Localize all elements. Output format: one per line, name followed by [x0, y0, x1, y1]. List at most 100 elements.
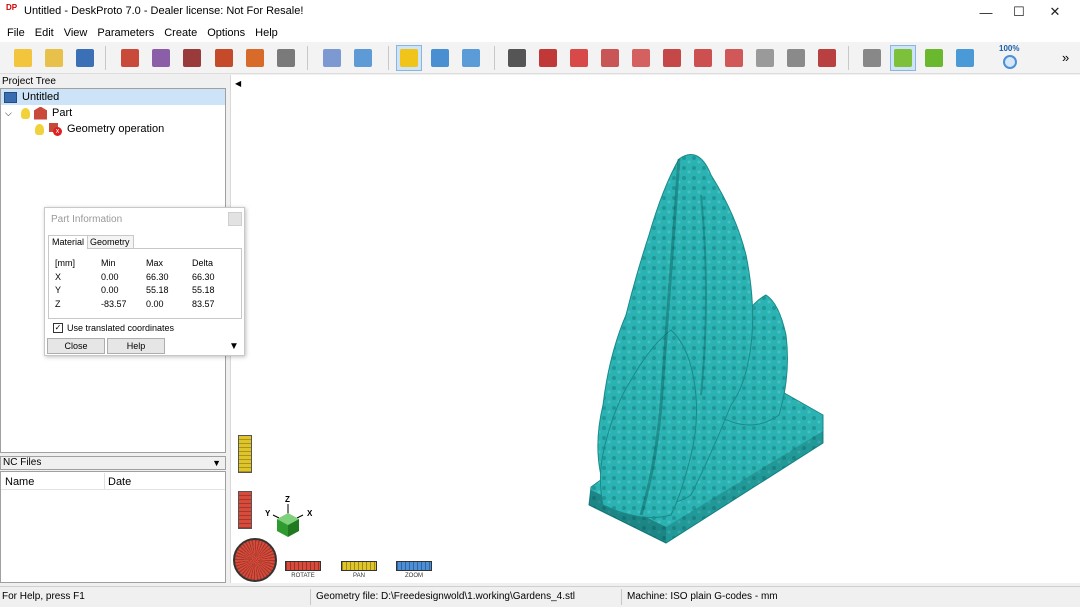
rotate-bar-icon [285, 561, 321, 571]
pan-view-button[interactable] [921, 45, 947, 71]
expand-arrow-icon[interactable]: ▼ [229, 341, 239, 352]
toolbar-overflow-button[interactable]: » [1062, 50, 1069, 65]
magnifier-icon [1003, 55, 1017, 69]
part-information-dialog: Part Information Material Geometry [mm] … [44, 207, 245, 356]
simulation-button[interactable] [350, 45, 376, 71]
view-front-button[interactable] [566, 45, 592, 71]
x-min-value: 0.00 [101, 272, 119, 282]
window-layout-icon [431, 49, 449, 67]
z-min-value: -83.57 [101, 299, 127, 309]
view-iso-button[interactable] [535, 45, 561, 71]
save-button[interactable] [72, 45, 98, 71]
rotate-slider-vertical[interactable] [238, 491, 252, 529]
column-header: [mm] [55, 258, 75, 268]
render-button[interactable] [814, 45, 840, 71]
lightbulb-icon [35, 123, 44, 135]
view-gray2-button[interactable] [783, 45, 809, 71]
maximize-button[interactable]: ☐ [1001, 0, 1037, 24]
title-bar: DP Untitled - DeskProto 7.0 - Dealer lic… [0, 0, 1080, 24]
column-header-name[interactable]: Name [5, 476, 34, 488]
tree-item-part-label: Part [52, 107, 73, 119]
rotate-control[interactable]: ROTATE [283, 560, 323, 582]
rotate-dial[interactable] [233, 538, 277, 582]
view-back-button[interactable] [597, 45, 623, 71]
zoom-slider-vertical[interactable] [238, 435, 252, 473]
drawing-icon [246, 49, 264, 67]
3d-viewport[interactable]: ◀ Z Y X ROTATE PAN ZOOM [230, 75, 1080, 583]
render-gray-button[interactable] [859, 45, 885, 71]
dialog-close-icon[interactable] [228, 212, 242, 226]
view-left-icon [632, 49, 650, 67]
new-project-button[interactable] [10, 45, 36, 71]
chevron-down-icon: ⌵ [5, 107, 12, 118]
import-geometry-button[interactable] [117, 45, 143, 71]
y-max-value: 55.18 [146, 285, 169, 295]
tree-item-project[interactable]: Untitled [1, 89, 225, 105]
toolpath-button[interactable] [319, 45, 345, 71]
close-button[interactable]: Close [47, 338, 105, 354]
drawing-button[interactable] [242, 45, 268, 71]
y-delta-value: 55.18 [192, 285, 215, 295]
window-view-button[interactable] [458, 45, 484, 71]
zoom-control[interactable]: ZOOM [394, 560, 434, 582]
translated-coords-label: Use translated coordinates [67, 323, 175, 333]
menu-help[interactable]: Help [250, 27, 283, 39]
menu-options[interactable]: Options [202, 27, 250, 39]
operation-error-icon: x [49, 122, 62, 136]
nc-files-header[interactable]: NC Files ▼ [0, 456, 226, 470]
menu-file[interactable]: File [2, 27, 30, 39]
tree-item-part[interactable]: ⌵ Part [5, 105, 72, 121]
export-button[interactable] [273, 45, 299, 71]
checkbox-checked-icon[interactable]: ✓ [53, 323, 63, 333]
help-button[interactable]: Help [107, 338, 165, 354]
import-bitmap-icon [183, 49, 201, 67]
camera-button[interactable] [504, 45, 530, 71]
tree-item-geometry-operation[interactable]: x Geometry operation [35, 121, 164, 137]
import-geometry-icon [121, 49, 139, 67]
menu-view[interactable]: View [59, 27, 93, 39]
zoom-in-button[interactable] [952, 45, 978, 71]
column-header-date[interactable]: Date [108, 476, 131, 488]
edit-part-button[interactable] [211, 45, 237, 71]
toolpath-icon [323, 49, 341, 67]
rotate-view-button[interactable] [890, 45, 916, 71]
simulation-icon [354, 49, 372, 67]
tab-geometry[interactable]: Geometry [86, 235, 134, 249]
project-tree-header: Project Tree [0, 75, 226, 88]
window-layout-button[interactable] [427, 45, 453, 71]
view-right-button[interactable] [659, 45, 685, 71]
window-view-icon [462, 49, 480, 67]
save-icon [76, 49, 94, 67]
nc-files-title: NC Files [3, 457, 42, 468]
new-project-icon [14, 49, 32, 67]
view-gray-button[interactable] [752, 45, 778, 71]
part-info-table: [mm] Min Max Delta X 0.00 66.30 66.30 Y … [48, 248, 242, 319]
import-vector-button[interactable] [148, 45, 174, 71]
minimize-button[interactable]: — [968, 0, 1004, 24]
import-bitmap-button[interactable] [179, 45, 205, 71]
pan-bar-icon [341, 561, 377, 571]
zoom-100-button[interactable]: 100% [997, 44, 1025, 71]
info-button[interactable] [396, 45, 422, 71]
view-left-button[interactable] [628, 45, 654, 71]
tree-item-project-label: Untitled [22, 91, 60, 103]
menu-edit[interactable]: Edit [30, 27, 59, 39]
view-top-button[interactable] [690, 45, 716, 71]
menu-create[interactable]: Create [159, 27, 202, 39]
status-help-text: For Help, press F1 [2, 591, 85, 602]
view-bottom-button[interactable] [721, 45, 747, 71]
pan-label: PAN [353, 573, 365, 579]
menu-parameters[interactable]: Parameters [92, 27, 159, 39]
dropdown-arrow-icon[interactable]: ▼ [212, 457, 221, 469]
column-header: Max [146, 258, 164, 268]
render-icon [818, 49, 836, 67]
zoom-level-label: 100% [999, 44, 1020, 53]
translated-coords-option[interactable]: ✓ Use translated coordinates [53, 323, 174, 333]
tab-material[interactable]: Material [48, 235, 89, 249]
nc-files-list[interactable]: Name Date [0, 471, 226, 583]
part-icon [34, 106, 47, 120]
view-front-icon [570, 49, 588, 67]
open-folder-button[interactable] [41, 45, 67, 71]
close-window-button[interactable]: ✕ [1037, 0, 1073, 24]
pan-control[interactable]: PAN [339, 560, 379, 582]
